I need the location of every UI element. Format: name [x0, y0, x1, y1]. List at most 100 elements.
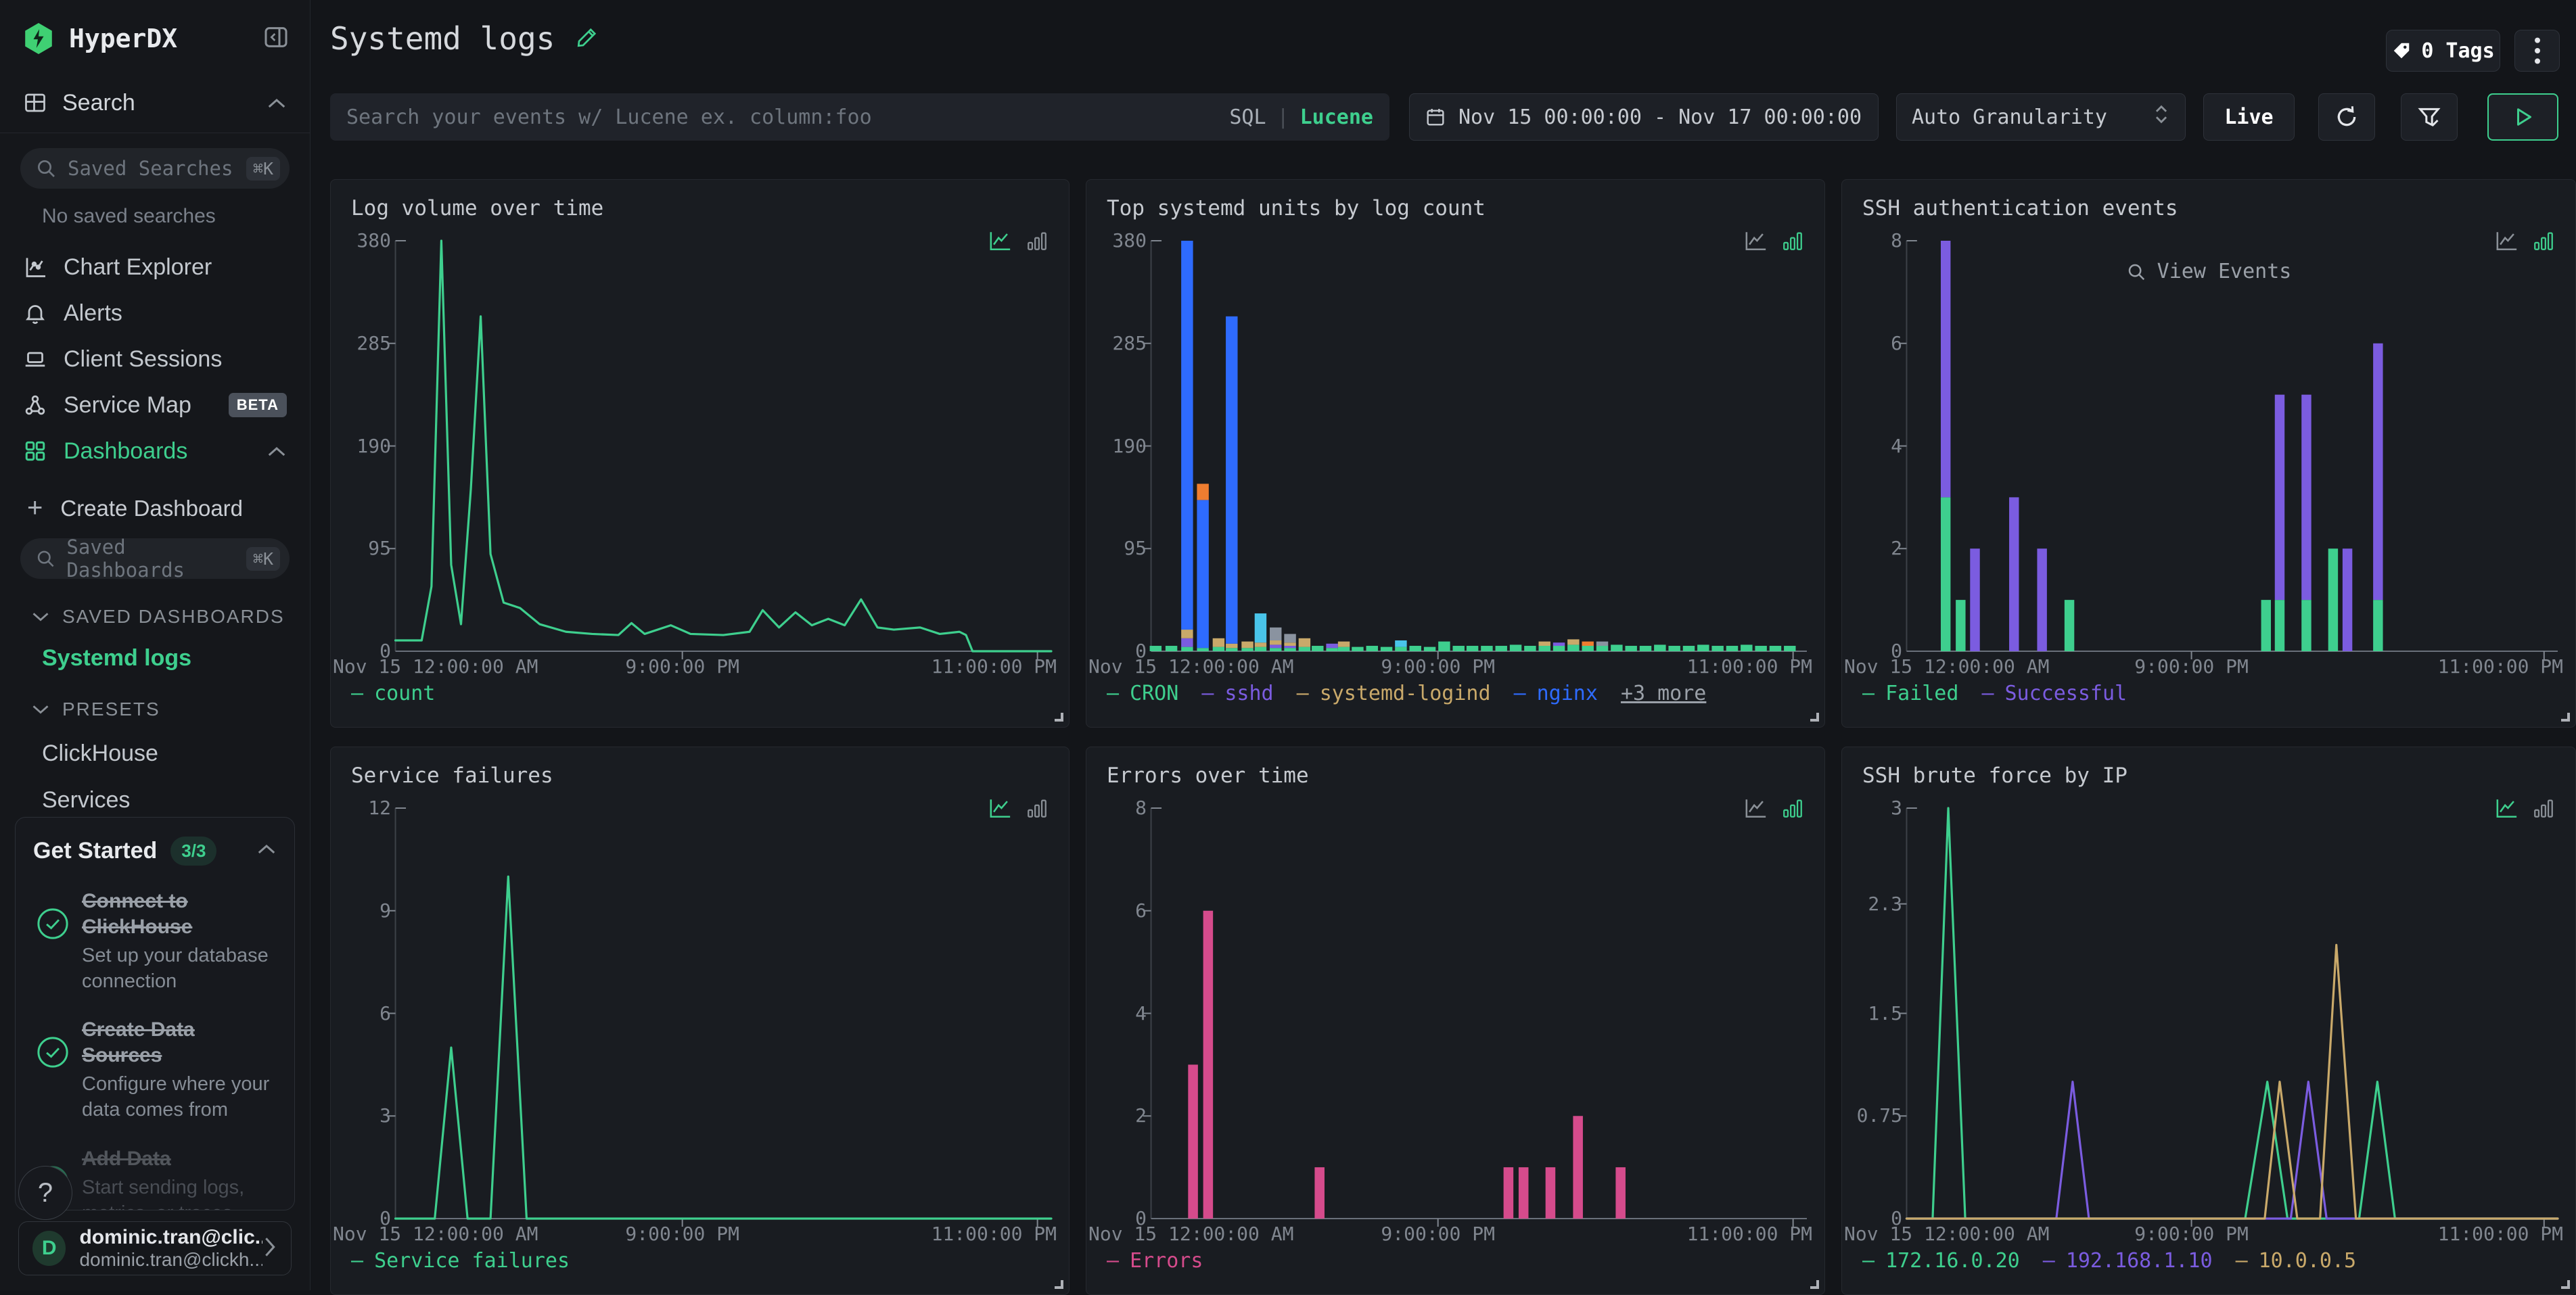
saved-dashboards-input[interactable]: Saved Dashboards ⌘K: [20, 538, 290, 579]
event-search-input[interactable]: Search your events w/ Lucene ex. column:…: [330, 93, 1389, 141]
sidebar-item-label: Client Sessions: [64, 346, 222, 373]
get-started-card: Get Started 3/3 Connect to ClickHouse Se…: [15, 817, 295, 1210]
legend-item[interactable]: —192.168.1.10: [2043, 1249, 2213, 1273]
get-started-step[interactable]: Connect to ClickHouse Set up your databa…: [33, 889, 277, 994]
step-desc: Configure where your data comes from: [82, 1072, 277, 1123]
resize-handle[interactable]: [1810, 1280, 1819, 1289]
filter-button[interactable]: [2401, 93, 2458, 141]
granularity-select[interactable]: Auto Granularity: [1896, 93, 2186, 141]
x-axis-tick: 11:00:00 PM: [2438, 655, 2563, 678]
legend-item[interactable]: —172.16.0.20: [1862, 1249, 2020, 1273]
chevron-up-icon[interactable]: [267, 90, 287, 116]
legend-label: Successful: [2005, 682, 2128, 705]
sidebar-item-chart-explorer[interactable]: Chart Explorer: [0, 244, 310, 290]
saved-dashboards-placeholder: Saved Dashboards: [66, 536, 246, 582]
legend-item[interactable]: —Failed: [1862, 682, 1958, 705]
run-query-button[interactable]: [2487, 93, 2558, 141]
panel-service-failures: Service failures 036912Nov 15 12:00:00 A…: [330, 747, 1070, 1295]
shortcut-badge: ⌘K: [246, 547, 280, 571]
sidebar-item-search[interactable]: Search: [0, 85, 310, 120]
legend-item[interactable]: —sshd: [1201, 682, 1273, 705]
time-range-picker[interactable]: Nov 15 00:00:00 - Nov 17 00:00:00: [1409, 93, 1879, 141]
refresh-button[interactable]: [2318, 93, 2375, 141]
legend-item[interactable]: —systemd-logind: [1297, 682, 1491, 705]
legend-swatch: —: [351, 1249, 363, 1273]
legend-more-link[interactable]: +3 more: [1621, 682, 1706, 705]
x-axis-tick: 11:00:00 PM: [1687, 1223, 1812, 1245]
resize-handle[interactable]: [1055, 713, 1063, 722]
get-started-title: Get Started: [33, 838, 157, 864]
edit-title-icon[interactable]: [575, 25, 599, 53]
legend-swatch: —: [351, 682, 363, 705]
search-icon: [35, 548, 55, 569]
legend-swatch: —: [1514, 682, 1526, 705]
get-started-progress-badge: 3/3: [170, 837, 216, 866]
saved-searches-input[interactable]: Saved Searches ⌘K: [20, 148, 290, 189]
legend-label: Failed: [1885, 682, 1958, 705]
create-dashboard-button[interactable]: + Create Dashboard: [27, 493, 310, 523]
resize-handle[interactable]: [2561, 1280, 2570, 1289]
resize-handle[interactable]: [1810, 713, 1819, 722]
y-axis-tick: 380: [1088, 229, 1147, 252]
tag-icon: [2391, 41, 2412, 61]
step-desc: Set up your database connection: [82, 943, 277, 994]
legend-item[interactable]: — nginx: [1514, 682, 1598, 705]
bell-icon: [23, 301, 47, 325]
sidebar-item-client-sessions[interactable]: Client Sessions: [0, 336, 310, 382]
collapse-sidebar-icon[interactable]: [262, 24, 290, 54]
chevron-down-icon: [31, 699, 50, 720]
get-started-step[interactable]: Create Data Sources Configure where your…: [33, 1017, 277, 1123]
legend-item[interactable]: —10.0.0.5: [2236, 1249, 2357, 1273]
legend-item[interactable]: — Successful: [1981, 682, 2127, 705]
x-axis-tick: 11:00:00 PM: [932, 655, 1057, 678]
create-dashboard-label: Create Dashboard: [60, 496, 243, 521]
y-axis-tick: 8: [1088, 797, 1147, 819]
laptop-icon: [23, 347, 47, 371]
x-axis-tick: 11:00:00 PM: [1687, 655, 1812, 678]
chevron-up-icon[interactable]: [256, 843, 277, 860]
legend-label: count: [374, 682, 435, 705]
search-icon: [35, 158, 57, 179]
panel-menu-button[interactable]: [2514, 30, 2560, 72]
tags-button[interactable]: 0 Tags: [2386, 30, 2500, 72]
shortcut-badge: ⌘K: [246, 157, 280, 181]
legend-label: 192.168.1.10: [2066, 1249, 2213, 1273]
panel-title: Top systemd units by log count: [1107, 196, 1486, 220]
resize-handle[interactable]: [2561, 713, 2570, 722]
sidebar-item-label: Alerts: [64, 300, 122, 327]
legend-item[interactable]: —Errors: [1107, 1249, 1203, 1273]
sidebar-item-dashboards[interactable]: Dashboards: [0, 428, 310, 474]
x-axis-tick: Nov 15 12:00:00 AM: [1844, 655, 2049, 678]
lang-separator: |: [1277, 105, 1289, 129]
section-saved-dashboards[interactable]: SAVED DASHBOARDS: [31, 606, 310, 628]
sidebar-nav: Chart Explorer Alerts Client Sessions Se…: [0, 244, 310, 474]
sidebar-item-clickhouse[interactable]: ClickHouse: [42, 740, 310, 767]
legend-item[interactable]: — Service failures: [351, 1249, 570, 1273]
legend-item[interactable]: —CRON: [1107, 682, 1178, 705]
legend-item[interactable]: — count: [351, 682, 435, 705]
service-map-icon: [23, 393, 47, 417]
chevron-up-icon[interactable]: [267, 438, 287, 465]
live-button[interactable]: Live: [2203, 93, 2295, 141]
y-axis-tick: 95: [1088, 537, 1147, 559]
resize-handle[interactable]: [1055, 1280, 1063, 1289]
legend-label: Service failures: [374, 1249, 570, 1273]
sidebar-item-systemd-logs[interactable]: Systemd logs: [42, 645, 310, 672]
panel-title: Service failures: [351, 763, 553, 788]
lucene-toggle[interactable]: Lucene: [1300, 105, 1373, 129]
section-presets[interactable]: PRESETS: [31, 699, 310, 720]
filter-edit-icon: [2416, 103, 2443, 131]
legend-swatch: —: [1981, 682, 1994, 705]
user-menu[interactable]: D dominic.tran@clic... dominic.tran@clic…: [18, 1221, 292, 1275]
brand-row: HyperDX: [0, 0, 310, 54]
legend-label: nginx: [1537, 682, 1598, 705]
sql-toggle[interactable]: SQL: [1229, 105, 1266, 129]
sidebar-item-alerts[interactable]: Alerts: [0, 290, 310, 336]
sidebar-item-services[interactable]: Services: [42, 787, 310, 814]
help-button[interactable]: ?: [18, 1166, 72, 1220]
section-label: SAVED DASHBOARDS: [62, 606, 285, 628]
sidebar-item-service-map[interactable]: Service Map BETA: [0, 382, 310, 428]
calendar-icon: [1425, 106, 1446, 128]
sidebar: HyperDX Search Saved Searches ⌘K No save…: [0, 0, 310, 1290]
panel-log-volume: Log volume over time 095190285380Nov 15 …: [330, 179, 1070, 728]
